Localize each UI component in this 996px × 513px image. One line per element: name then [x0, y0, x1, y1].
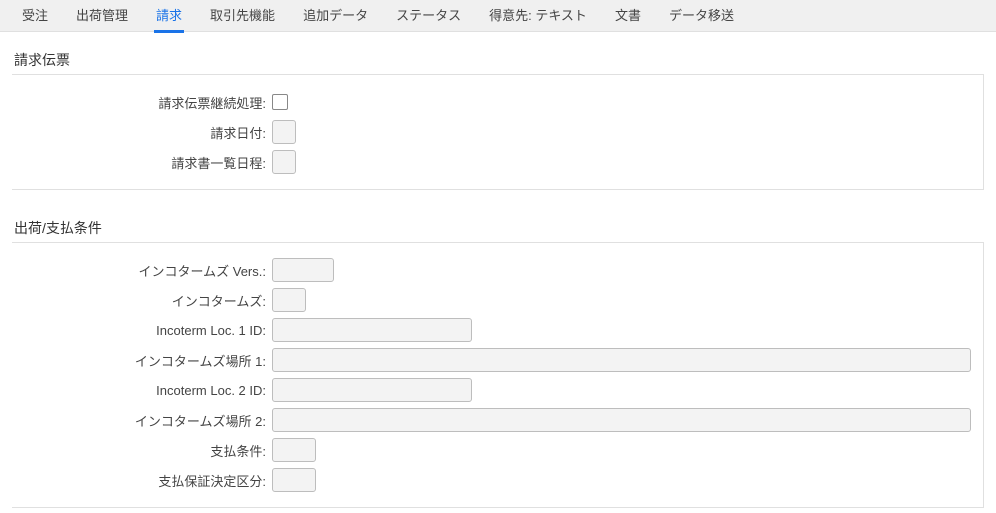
- row-payment-guarantee: 支払保証決定区分:: [12, 467, 971, 493]
- row-billing-date: 請求日付:: [12, 119, 971, 145]
- input-payment-guarantee[interactable]: [272, 468, 316, 492]
- checkbox-billing-continuation[interactable]: [272, 94, 288, 110]
- row-incoterms: インコタームズ:: [12, 287, 971, 313]
- input-incoterm-loc1-id[interactable]: [272, 318, 472, 342]
- section-billing-doc: 請求伝票 請求伝票継続処理: 請求日付: 請求書一覧日程:: [12, 50, 984, 190]
- label-incoterm-loc1: インコタームズ場所 1:: [12, 351, 272, 370]
- input-billing-date[interactable]: [272, 120, 296, 144]
- section-shipping-payment: 出荷/支払条件 インコタームズ Vers.: インコタームズ: Incoterm…: [12, 218, 984, 508]
- input-incoterms[interactable]: [272, 288, 306, 312]
- input-incoterm-loc2[interactable]: [272, 408, 971, 432]
- row-billing-list-schedule: 請求書一覧日程:: [12, 149, 971, 175]
- input-payment-terms[interactable]: [272, 438, 316, 462]
- row-billing-continuation: 請求伝票継続処理:: [12, 89, 971, 115]
- label-payment-guarantee: 支払保証決定区分:: [12, 471, 272, 490]
- row-incoterm-loc1: インコタームズ場所 1:: [12, 347, 971, 373]
- tab-bar: 受注 出荷管理 請求 取引先機能 追加データ ステータス 得意先: テキスト 文…: [0, 0, 996, 32]
- section-shipping-payment-title: 出荷/支払条件: [12, 218, 984, 238]
- row-payment-terms: 支払条件:: [12, 437, 971, 463]
- label-incoterm-loc1-id: Incoterm Loc. 1 ID:: [12, 323, 272, 338]
- content-area: 請求伝票 請求伝票継続処理: 請求日付: 請求書一覧日程: 出荷/支払条件: [0, 32, 996, 508]
- input-billing-list-schedule[interactable]: [272, 150, 296, 174]
- tab-partner-function[interactable]: 取引先機能: [196, 0, 289, 32]
- section-shipping-payment-body: インコタームズ Vers.: インコタームズ: Incoterm Loc. 1 …: [12, 242, 984, 508]
- tab-customer-text[interactable]: 得意先: テキスト: [475, 0, 601, 32]
- row-incoterm-loc2-id: Incoterm Loc. 2 ID:: [12, 377, 971, 403]
- row-incoterm-loc2: インコタームズ場所 2:: [12, 407, 971, 433]
- label-billing-continuation: 請求伝票継続処理:: [12, 93, 272, 112]
- label-incoterm-loc2-id: Incoterm Loc. 2 ID:: [12, 383, 272, 398]
- label-billing-list-schedule: 請求書一覧日程:: [12, 153, 272, 172]
- label-incoterms: インコタームズ:: [12, 291, 272, 310]
- label-payment-terms: 支払条件:: [12, 441, 272, 460]
- label-billing-date: 請求日付:: [12, 123, 272, 142]
- row-incoterm-loc1-id: Incoterm Loc. 1 ID:: [12, 317, 971, 343]
- section-billing-doc-body: 請求伝票継続処理: 請求日付: 請求書一覧日程:: [12, 74, 984, 190]
- tab-documents[interactable]: 文書: [601, 0, 655, 32]
- label-incoterm-loc2: インコタームズ場所 2:: [12, 411, 272, 430]
- tab-status[interactable]: ステータス: [382, 0, 475, 32]
- row-incoterms-version: インコタームズ Vers.:: [12, 257, 971, 283]
- tab-additional-data[interactable]: 追加データ: [289, 0, 382, 32]
- section-billing-doc-title: 請求伝票: [12, 50, 984, 70]
- tab-billing[interactable]: 請求: [142, 0, 196, 32]
- page-root: 受注 出荷管理 請求 取引先機能 追加データ ステータス 得意先: テキスト 文…: [0, 0, 996, 513]
- tab-data-transfer[interactable]: データ移送: [655, 0, 748, 32]
- tab-shipping-mgmt[interactable]: 出荷管理: [62, 0, 142, 32]
- label-incoterms-version: インコタームズ Vers.:: [12, 261, 272, 280]
- input-incoterm-loc2-id[interactable]: [272, 378, 472, 402]
- input-incoterm-loc1[interactable]: [272, 348, 971, 372]
- input-incoterms-version[interactable]: [272, 258, 334, 282]
- tab-order[interactable]: 受注: [8, 0, 62, 32]
